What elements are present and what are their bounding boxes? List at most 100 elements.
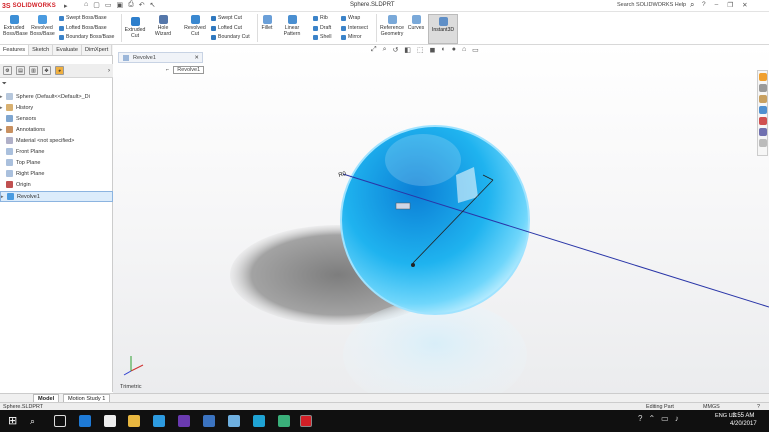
mirror-button[interactable]: Mirror	[341, 34, 362, 40]
close-icon[interactable]: ✕	[742, 1, 747, 9]
store-icon[interactable]	[104, 415, 116, 427]
wrap-button[interactable]: Wrap	[341, 15, 360, 21]
appearances-icon[interactable]	[758, 117, 767, 125]
file-explorer-icon[interactable]	[758, 95, 767, 103]
help-tray-icon[interactable]: ?	[638, 414, 642, 423]
search-icon[interactable]: ⌕	[690, 0, 694, 10]
selection-popup[interactable]: ⌐ Revolve1	[166, 66, 205, 74]
panel-arrow-icon[interactable]: ›	[108, 68, 113, 74]
search-taskbar-icon[interactable]: ⌕	[30, 415, 42, 427]
windows-start-icon[interactable]: ⊞	[8, 415, 20, 427]
tree-item-top-plane[interactable]: Top Plane	[0, 157, 113, 168]
display-pane-icon[interactable]: ▭	[472, 46, 479, 54]
rib-button[interactable]: Rib	[313, 15, 328, 21]
sketch-point[interactable]	[411, 263, 415, 267]
previous-view-icon[interactable]: ↺	[393, 46, 399, 54]
filter-icon[interactable]: ⏷	[2, 81, 7, 88]
edge-icon[interactable]	[79, 415, 91, 427]
instant3d-button[interactable]: Instant3D	[428, 14, 458, 44]
zoom-area-icon[interactable]: ⌕	[383, 46, 387, 54]
app-icon[interactable]	[153, 415, 165, 427]
select-icon[interactable]: ↖	[150, 1, 156, 9]
tree-root[interactable]: ▸ Sphere (Default<<Default>_Di	[0, 91, 113, 102]
tab-sketch[interactable]: Sketch	[29, 45, 54, 55]
tree-item-material[interactable]: Material <not specified>	[0, 135, 113, 146]
app-icon[interactable]	[278, 415, 290, 427]
fillet-button[interactable]: Fillet	[260, 15, 274, 31]
draft-button[interactable]: Draft	[313, 25, 331, 31]
network-icon[interactable]: ▭	[661, 414, 669, 423]
tab-evaluate[interactable]: Evaluate	[53, 45, 82, 55]
dimension-label[interactable]: R0	[338, 171, 348, 179]
file-explorer-taskbar-icon[interactable]	[128, 415, 140, 427]
extruded-cut-button[interactable]: Extruded Cut	[124, 17, 146, 39]
extruded-boss-button[interactable]: Extruded Boss/Base	[3, 15, 28, 37]
graphics-area[interactable]: R0	[113, 45, 769, 393]
reference-geometry-button[interactable]: Reference Geometry	[379, 15, 405, 37]
restore-icon[interactable]: ❐	[727, 1, 733, 9]
skype-icon[interactable]	[253, 415, 265, 427]
solidworks-taskbar-icon[interactable]	[300, 415, 312, 427]
tree-item-front-plane[interactable]: Front Plane	[0, 146, 113, 157]
minimize-icon[interactable]: –	[715, 1, 719, 9]
task-view-icon[interactable]	[54, 415, 66, 427]
notifications-icon[interactable]: ⌃	[648, 414, 655, 423]
new-document-icon[interactable]: ▢	[93, 1, 100, 9]
revolved-cut-button[interactable]: Revolved Cut	[183, 15, 207, 37]
solidworks-forum-icon[interactable]	[758, 139, 767, 147]
scene-icon[interactable]: ⌂	[462, 46, 466, 54]
lofted-cut-button[interactable]: Lofted Cut	[211, 25, 242, 31]
visual-studio-icon[interactable]	[178, 415, 190, 427]
document-tab[interactable]: Revolve1 ✕	[118, 52, 203, 63]
app-logo[interactable]: 3S SOLIDWORKS	[2, 1, 62, 11]
revolved-boss-button[interactable]: Revolved Boss/Base	[30, 15, 55, 37]
shell-button[interactable]: Shell	[313, 34, 332, 40]
clock[interactable]: 2:55 AM 4/20/2017	[730, 412, 757, 428]
app-icon[interactable]	[203, 415, 215, 427]
display-manager-tab-icon[interactable]: ◕	[55, 66, 64, 75]
view-orientation-icon[interactable]: ⬚	[417, 46, 424, 54]
hole-wizard-button[interactable]: Hole Wizard	[149, 15, 177, 37]
search-help-box[interactable]: Search SOLIDWORKS Help	[617, 2, 686, 8]
boundary-boss-button[interactable]: Boundary Boss/Base	[59, 34, 114, 40]
undo-icon[interactable]: ↶	[139, 1, 145, 9]
tree-item-sensors[interactable]: Sensors	[0, 113, 113, 124]
tree-item-history[interactable]: ▸ History	[0, 102, 113, 113]
hide-show-icon[interactable]: ◐	[441, 46, 445, 54]
app-icon[interactable]	[228, 415, 240, 427]
open-icon[interactable]: ▭	[105, 1, 112, 9]
design-library-icon[interactable]	[758, 84, 767, 92]
solidworks-resources-icon[interactable]	[758, 73, 767, 81]
help-icon[interactable]: ?	[702, 1, 706, 9]
section-view-icon[interactable]: ◧	[404, 46, 411, 54]
volume-icon[interactable]: ♪	[675, 414, 679, 423]
property-manager-tab-icon[interactable]: ▤	[16, 66, 25, 75]
tree-item-revolve1[interactable]: ▸ Revolve1	[0, 191, 113, 202]
dimxpert-manager-tab-icon[interactable]: ✥	[42, 66, 51, 75]
linear-pattern-button[interactable]: Linear Pattern	[276, 15, 308, 37]
lofted-boss-button[interactable]: Lofted Boss/Base	[59, 25, 107, 31]
intersect-button[interactable]: Intersect	[341, 25, 368, 31]
curves-button[interactable]: Curves	[407, 15, 425, 31]
menu-expand-icon[interactable]: ▸	[64, 2, 68, 10]
close-tab-icon[interactable]: ✕	[194, 55, 202, 61]
tree-item-origin[interactable]: Origin	[0, 179, 113, 190]
tree-item-annotations[interactable]: ▸ Annotations	[0, 124, 113, 135]
document-title: Sphere.SLDPRT	[350, 2, 395, 8]
display-style-icon[interactable]: ◼	[430, 46, 436, 54]
tab-dimxpert[interactable]: DimXpert	[82, 45, 113, 55]
tab-features[interactable]: Features	[0, 45, 30, 55]
zoom-to-fit-icon[interactable]: ⤢	[371, 46, 377, 54]
home-icon[interactable]: ⌂	[84, 1, 88, 9]
appearance-icon[interactable]: ●	[452, 46, 456, 54]
custom-properties-icon[interactable]	[758, 128, 767, 136]
configuration-manager-tab-icon[interactable]: ▥	[29, 66, 38, 75]
print-icon[interactable]: ⎙	[128, 1, 134, 9]
boundary-cut-button[interactable]: Boundary Cut	[211, 34, 250, 40]
swept-boss-button[interactable]: Swept Boss/Base	[59, 15, 107, 21]
feature-manager-tab-icon[interactable]: ⚙	[3, 66, 12, 75]
tree-item-right-plane[interactable]: Right Plane	[0, 168, 113, 179]
swept-cut-button[interactable]: Swept Cut	[211, 15, 242, 21]
save-icon[interactable]: ▣	[116, 1, 123, 9]
view-palette-icon[interactable]	[758, 106, 767, 114]
